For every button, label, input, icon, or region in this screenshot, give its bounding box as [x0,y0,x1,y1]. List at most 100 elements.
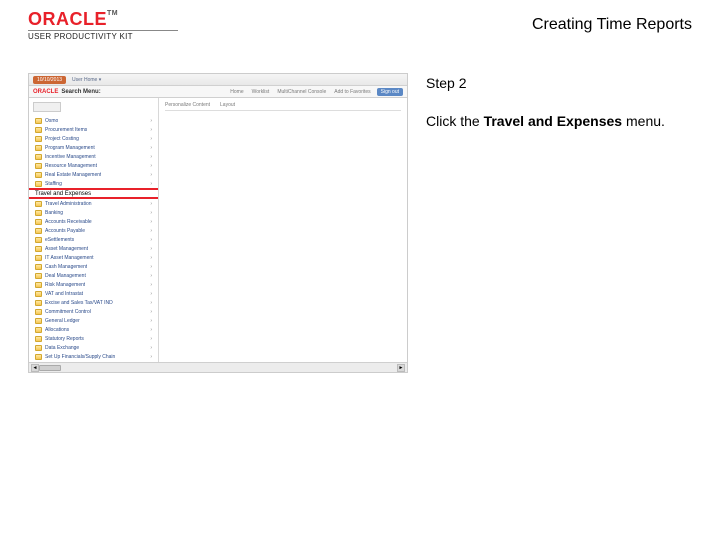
chevron-right-icon: › [150,300,154,306]
instruction-text: Click the Travel and Expenses menu. [426,113,692,129]
page-title: Creating Time Reports [532,16,692,34]
menu-item[interactable]: Excise and Sales Tax/VAT IND › [33,298,154,307]
menu-item-label: Banking [45,210,63,216]
chevron-right-icon: › [150,354,154,360]
brand-text: ORACLE [28,9,107,29]
chevron-right-icon: › [150,237,154,243]
screenshot-right-pane: Personalize Content Layout [159,98,407,362]
folder-icon [35,300,42,306]
menu-item-label: Cash Management [45,264,87,270]
menu-item[interactable]: Project Costing› [33,134,154,143]
menu-items-after: Travel Administration›Banking›Accounts R… [33,199,154,361]
menu-item-travel-expenses[interactable]: Travel and Expenses [29,188,158,199]
folder-icon [35,181,42,187]
menu-item[interactable]: Deal Management› [33,271,154,280]
menu-item[interactable]: Incentive Management› [33,152,154,161]
menu-item[interactable]: Commitment Control› [33,307,154,316]
chevron-right-icon: › [150,273,154,279]
instruction-panel: Step 2 Click the Travel and Expenses men… [426,73,692,373]
menu-item-label: General Ledger [45,318,80,324]
menu-item[interactable]: General Ledger › [33,316,154,325]
scroll-thumb[interactable] [39,365,61,371]
nav-tab[interactable]: MultiChannel Console [277,89,326,95]
menu-item-label: Real Estate Management [45,172,101,178]
folder-icon [35,163,42,169]
instr-prefix: Click the [426,113,484,129]
folder-icon [35,318,42,324]
menu-item[interactable]: Real Estate Management › [33,170,154,179]
folder-icon [35,210,42,216]
menu-item[interactable]: eSettlements › [33,235,154,244]
brand-divider [28,30,178,31]
folder-icon [35,201,42,207]
folder-icon [35,219,42,225]
folder-icon [35,345,42,351]
chevron-right-icon: › [150,163,154,169]
folder-icon [35,282,42,288]
search-box[interactable] [33,102,61,112]
screenshot-appbar: ORACLE Search Menu: Home Worklist MultiC… [29,86,407,98]
chevron-right-icon: › [150,172,154,178]
menu-item-label: Set Up Financials/Supply Chain [45,354,115,360]
menu-item-label: Commitment Control [45,309,91,315]
nav-tab[interactable]: Add to Favorites [334,89,370,95]
folder-icon [35,228,42,234]
folder-icon [35,172,42,178]
horizontal-scrollbar[interactable]: ◄ ► [29,362,407,372]
menu-item[interactable]: Osmo› [33,116,154,125]
menu-item-label: Excise and Sales Tax/VAT IND [45,300,113,306]
menu-item[interactable]: VAT and Intrastat › [33,289,154,298]
menu-item[interactable]: Program Management› [33,143,154,152]
chevron-right-icon: › [150,291,154,297]
chevron-right-icon: › [150,219,154,225]
menu-item[interactable]: Accounts Receivable › [33,217,154,226]
menu-item[interactable]: Accounts Payable› [33,226,154,235]
menu-item[interactable]: Banking › [33,208,154,217]
menu-item-label: eSettlements [45,237,74,243]
instr-bold: Travel and Expenses [484,113,623,129]
menu-item-label: IT Asset Management [45,255,94,261]
menu-item-label: Program Management [45,145,95,151]
menu-item[interactable]: Risk Management› [33,280,154,289]
nav-tab[interactable]: Worklist [252,89,270,95]
menu-item[interactable]: Asset Management› [33,244,154,253]
menu-item-label: Travel Administration [45,201,92,207]
chevron-right-icon: › [150,318,154,324]
folder-icon [35,336,42,342]
menu-item-label: Accounts Receivable [45,219,92,225]
chevron-right-icon: › [150,246,154,252]
nav-tab[interactable]: Home [230,89,243,95]
folder-icon [35,237,42,243]
folder-icon [35,309,42,315]
folder-icon [35,154,42,160]
menu-item[interactable]: Resource Management › [33,161,154,170]
menu-item-label: Incentive Management [45,154,96,160]
menu-item[interactable]: Allocations› [33,325,154,334]
right-tab[interactable]: Personalize Content [165,102,210,108]
menu-item-label: VAT and Intrastat [45,291,83,297]
chevron-right-icon: › [150,210,154,216]
chevron-right-icon: › [150,345,154,351]
folder-icon [35,255,42,261]
menu-item[interactable]: Staffing› [33,179,154,188]
folder-icon [35,118,42,124]
right-tab[interactable]: Layout [220,102,235,108]
menu-item[interactable]: Cash Management › [33,262,154,271]
menu-item[interactable]: Statutory Reports › [33,334,154,343]
menu-item[interactable]: Data Exchange› [33,343,154,352]
chevron-right-icon: › [150,127,154,133]
chevron-right-icon: › [150,264,154,270]
signout-button[interactable]: Sign out [377,88,403,96]
chevron-right-icon: › [150,255,154,261]
chevron-right-icon: › [150,336,154,342]
screenshot-logo: ORACLE [33,89,58,95]
scroll-left-icon[interactable]: ◄ [31,364,39,372]
menu-item[interactable]: IT Asset Management › [33,253,154,262]
menu-item[interactable]: Travel Administration› [33,199,154,208]
chevron-right-icon: › [150,282,154,288]
scroll-right-icon[interactable]: ► [397,364,405,372]
menu-item[interactable]: Set Up Financials/Supply Chain › [33,352,154,361]
menu-item-label: Resource Management [45,163,97,169]
menu-item[interactable]: Procurement Items› [33,125,154,134]
menu-item-label: Statutory Reports [45,336,84,342]
